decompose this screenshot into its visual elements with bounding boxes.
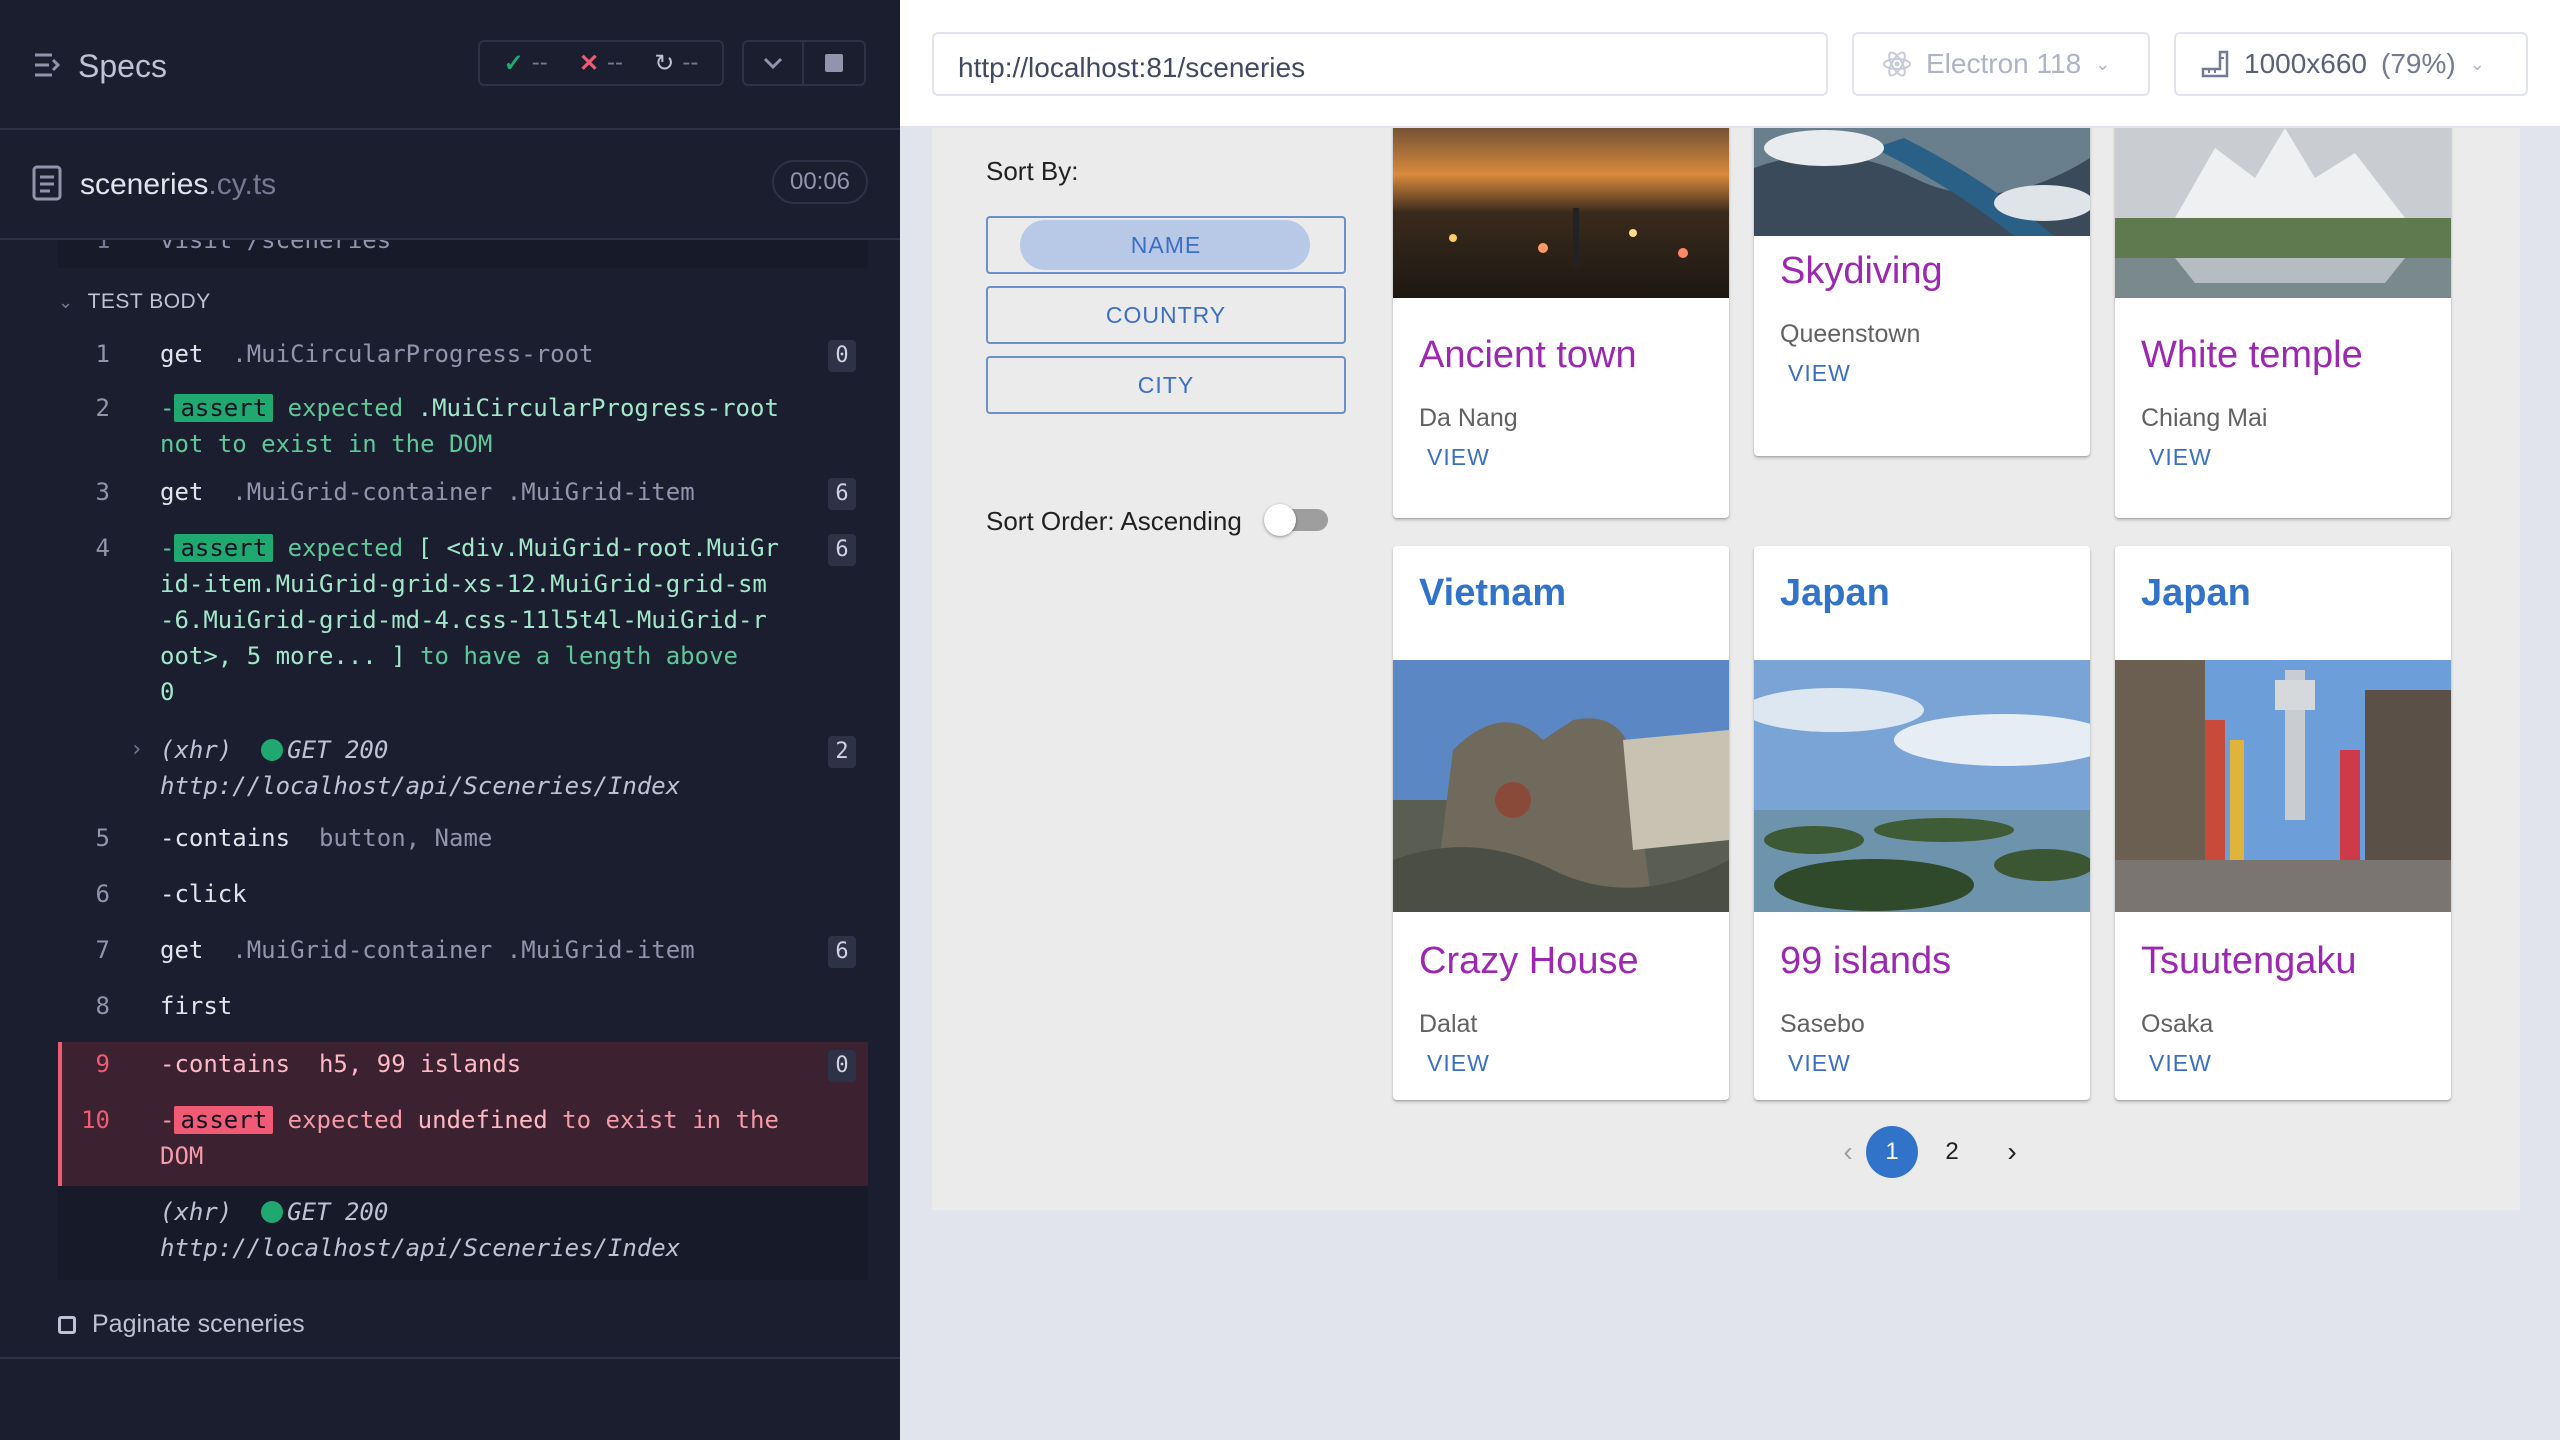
scenery-photo [2115,660,2451,912]
card-city: Dalat [1419,1010,1478,1038]
element-count-badge: 0 [828,1050,856,1082]
command-list: 1 visit /sceneries ⌄ TEST BODY 1 get .Mu… [58,240,868,1280]
pending-count: ↻ -- [654,49,699,77]
spec-file-name[interactable]: sceneries.cy.ts [80,168,276,202]
card-title: Tsuutengaku [2141,940,2357,982]
test-body-header[interactable]: ⌄ TEST BODY [58,290,211,314]
status-dot-icon [261,739,284,761]
command-log-panel: Specs ✓ -- ✕ -- ↻ -- sceneries.cy.ts 00:06 … [0,0,900,1440]
scenery-photo [1754,128,2090,236]
element-count-badge: 2 [828,736,856,768]
app-under-test: Sort By: NAME COUNTRY CITY Sort Order: A… [932,128,2520,1210]
view-button[interactable]: VIEW [1427,1050,1490,1077]
page-button-2[interactable]: 2 [1926,1126,1978,1178]
element-count-badge: 0 [828,340,856,372]
scenery-photo [1393,660,1729,912]
card-city: Chiang Mai [2141,404,2268,432]
scenery-photo [2115,128,2451,298]
electron-icon [1883,51,1911,77]
card-country: Japan [1780,572,1890,614]
assert-badge: assert [174,1106,274,1134]
view-button[interactable]: VIEW [2149,1050,2212,1077]
card-title: 99 islands [1780,940,1952,982]
failed-count: ✕ -- [578,49,624,77]
specs-list-icon[interactable] [32,50,62,80]
assert-badge: assert [174,534,274,562]
check-icon: ✓ [503,49,524,77]
sort-country-button[interactable]: COUNTRY [986,286,1346,344]
view-button[interactable]: VIEW [2149,444,2212,471]
card-country: Japan [2141,572,2251,614]
scenery-photo [1754,660,2090,912]
chevron-down-icon: ⌄ [58,291,74,312]
collapse-button[interactable] [742,40,804,86]
next-page-button[interactable]: › [1986,1126,2038,1178]
toggle-knob [1264,504,1296,536]
stop-button[interactable] [804,40,866,86]
scenery-photo [1393,128,1729,298]
scenery-card: Skydiving Queenstown VIEW [1754,128,2090,456]
suite-paginate-sceneries[interactable]: Paginate sceneries [58,1310,305,1339]
checkbox-icon [58,1315,76,1334]
card-city: Queenstown [1780,320,1921,348]
specs-title[interactable]: Specs [78,48,167,85]
pagination: ‹ 1 2 › [932,1126,2520,1180]
view-button[interactable]: VIEW [1427,444,1490,471]
element-count-badge: 6 [828,534,856,566]
card-title: Crazy House [1419,940,1639,982]
viewport-selector[interactable]: 1000x660 (79%) ⌄ [2174,32,2528,96]
chevron-down-icon: ⌄ [2095,53,2111,74]
scenery-card: Ancient town Da Nang VIEW [1393,128,1729,518]
scenery-card: White temple Chiang Mai VIEW [2115,128,2451,518]
run-timer: 00:06 [772,160,868,204]
sort-by-label: Sort By: [986,156,1079,186]
chevron-down-icon [763,57,783,70]
stop-icon [825,54,843,72]
scenery-card: Vietnam Crazy House Dalat VIEW [1393,546,1729,1100]
browser-selector[interactable]: Electron 118 ⌄ [1852,32,2150,96]
card-city: Osaka [2141,1010,2214,1038]
sort-city-button[interactable]: CITY [986,356,1346,414]
chevron-down-icon: ⌄ [2469,53,2485,74]
card-title: White temple [2141,334,2363,376]
divider [0,1357,900,1359]
card-title: Ancient town [1419,334,1637,376]
card-country: Vietnam [1419,572,1567,614]
assert-badge: assert [174,394,274,422]
element-count-badge: 6 [828,936,856,968]
scenery-card: Japan Tsuutengaku Osaka VIEW [2115,546,2451,1100]
visit-command[interactable]: 1 visit /sceneries [58,240,868,268]
card-city: Sasebo [1780,1010,1865,1038]
page-button-1[interactable]: 1 [1866,1126,1918,1178]
file-icon [32,165,62,201]
status-dot-icon [261,1201,284,1223]
url-bar[interactable]: http://localhost:81/sceneries [932,32,1828,96]
view-button[interactable]: VIEW [1788,1050,1851,1077]
sort-order-label: Sort Order: Ascending [986,506,1242,536]
sort-order-toggle[interactable] [1264,504,1328,536]
pending-icon: ↻ [654,49,675,77]
passed-count: ✓ -- [503,49,548,77]
card-city: Da Nang [1419,404,1518,432]
chevron-right-icon[interactable]: › [130,732,143,768]
card-title: Skydiving [1780,250,1943,292]
element-count-badge: 6 [828,478,856,510]
ruler-icon [2201,50,2229,78]
view-button[interactable]: VIEW [1788,360,1851,387]
scenery-card: Japan 99 islands Sasebo VIEW [1754,546,2090,1100]
cross-icon: ✕ [578,49,600,77]
test-stats: ✓ -- ✕ -- ↻ -- [478,40,724,86]
sort-name-button[interactable]: NAME [986,216,1346,274]
